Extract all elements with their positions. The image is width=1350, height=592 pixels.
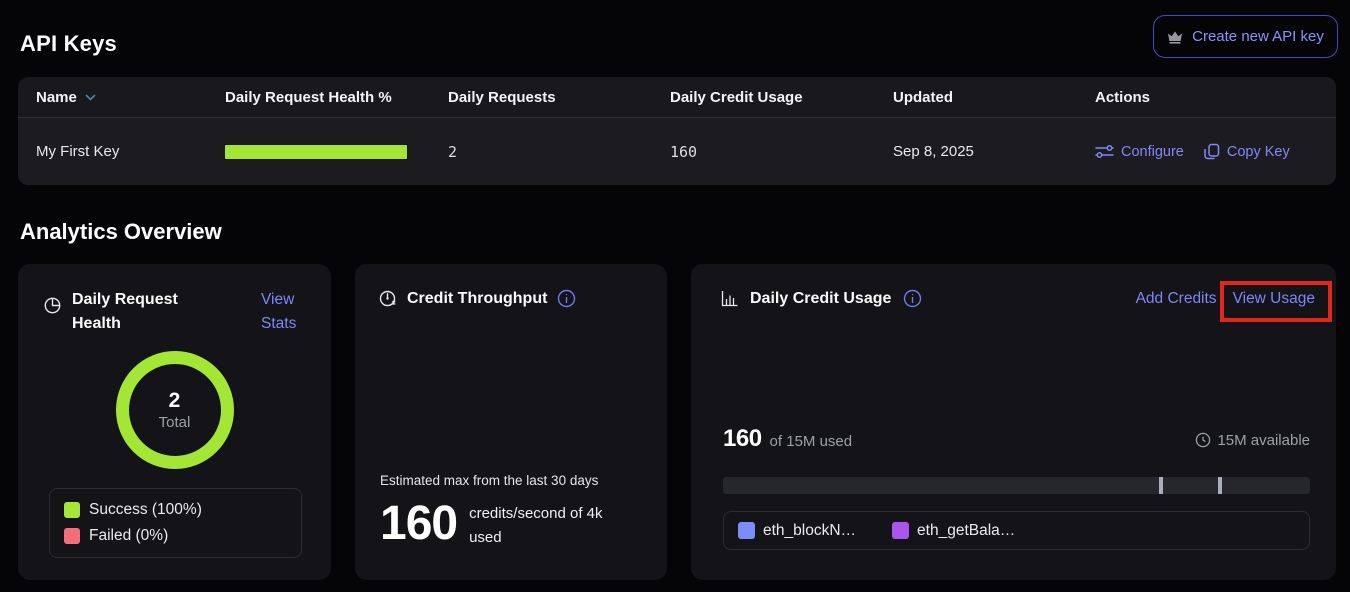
progress-tick-2	[1218, 477, 1222, 494]
sort-chevron-icon[interactable]	[84, 93, 97, 102]
donut-total-value: 2	[169, 389, 181, 413]
failed-swatch	[64, 528, 80, 544]
create-api-key-button[interactable]: Create new API key	[1153, 15, 1338, 58]
available-credits: 15M available	[1195, 432, 1310, 449]
daily-request-health-card: Daily Request Health View Stats 2 Total …	[18, 264, 331, 580]
configure-button[interactable]: Configure	[1095, 144, 1184, 160]
column-header-name[interactable]: Name	[36, 89, 225, 106]
throughput-value: 160	[380, 501, 457, 547]
table-row: My First Key 2 160 Sep 8, 2025 Configure	[18, 118, 1336, 185]
eth-blocknumber-label: eth_blockN…	[763, 522, 856, 540]
daily-requests-cell: 2	[448, 143, 670, 161]
column-header-daily-requests: Daily Requests	[448, 89, 670, 106]
bar-chart-icon	[721, 290, 739, 307]
success-swatch	[64, 502, 80, 518]
eth-getbalance-label: eth_getBala…	[917, 522, 1015, 540]
info-icon[interactable]	[903, 289, 922, 308]
column-header-daily-credit-usage: Daily Credit Usage	[670, 89, 893, 106]
health-legend: Success (100%) Failed (0%)	[49, 488, 302, 558]
copy-icon	[1204, 143, 1220, 160]
actions-cell: Configure Copy Key	[1095, 143, 1336, 160]
column-header-actions: Actions	[1095, 89, 1336, 106]
key-name-cell: My First Key	[36, 143, 225, 160]
add-credits-link[interactable]: Add Credits	[1136, 290, 1217, 308]
failed-label: Failed (0%)	[89, 527, 168, 545]
available-label: 15M available	[1217, 432, 1310, 449]
copy-key-button[interactable]: Copy Key	[1204, 143, 1290, 160]
column-header-health: Daily Request Health %	[225, 89, 448, 106]
eth-blocknumber-swatch	[738, 522, 755, 539]
sliders-icon	[1095, 144, 1114, 159]
eth-getbalance-swatch	[892, 522, 909, 539]
view-stats-link[interactable]: View Stats	[261, 288, 311, 336]
column-header-name-label: Name	[36, 89, 77, 106]
usage-value: 160	[723, 425, 762, 453]
create-api-key-label: Create new API key	[1192, 28, 1324, 45]
daily-credit-usage-card: Daily Credit Usage Add Credits View Usag…	[691, 264, 1336, 580]
table-header-row: Name Daily Request Health % Daily Reques…	[18, 77, 1336, 118]
throughput-subtitle: Estimated max from the last 30 days	[380, 473, 647, 488]
view-usage-link[interactable]: View Usage	[1233, 290, 1315, 308]
configure-label: Configure	[1121, 144, 1184, 160]
health-donut-chart: 2 Total	[116, 351, 234, 469]
health-bar	[225, 145, 407, 159]
daily-credit-usage-cell: 160	[670, 143, 893, 161]
analytics-section-title: Analytics Overview	[20, 219, 222, 245]
usage-legend: eth_blockN… eth_getBala…	[723, 511, 1310, 550]
progress-tick-1	[1159, 477, 1163, 494]
throughput-unit: credits/second of 4k used	[469, 502, 629, 550]
info-icon[interactable]	[557, 289, 576, 308]
clock-icon	[1195, 432, 1211, 448]
updated-cell: Sep 8, 2025	[893, 143, 1095, 160]
column-header-updated: Updated	[893, 89, 1095, 106]
usage-label: of 15M used	[770, 433, 853, 450]
crown-icon	[1167, 30, 1183, 44]
health-card-title: Daily Request Health	[72, 288, 194, 336]
analytics-cards: Daily Request Health View Stats 2 Total …	[18, 264, 1336, 580]
pie-chart-icon	[44, 297, 61, 336]
gauge-icon	[379, 290, 397, 308]
api-keys-table: Name Daily Request Health % Daily Reques…	[18, 77, 1336, 185]
throughput-card-title: Credit Throughput	[407, 290, 547, 308]
health-bar-cell	[225, 145, 448, 159]
usage-card-title: Daily Credit Usage	[750, 290, 891, 308]
credit-throughput-card: Credit Throughput Estimated max from the…	[355, 264, 667, 580]
legend-item-success: Success (100%)	[64, 501, 291, 519]
credit-usage-progress-bar	[723, 477, 1310, 494]
legend-item-eth-blocknumber: eth_blockN…	[738, 522, 856, 540]
success-label: Success (100%)	[89, 501, 202, 519]
legend-item-failed: Failed (0%)	[64, 527, 291, 545]
donut-total-label: Total	[159, 414, 191, 431]
legend-item-eth-getbalance: eth_getBala…	[892, 522, 1015, 540]
page-title: API Keys	[20, 31, 117, 57]
copy-key-label: Copy Key	[1227, 144, 1290, 160]
